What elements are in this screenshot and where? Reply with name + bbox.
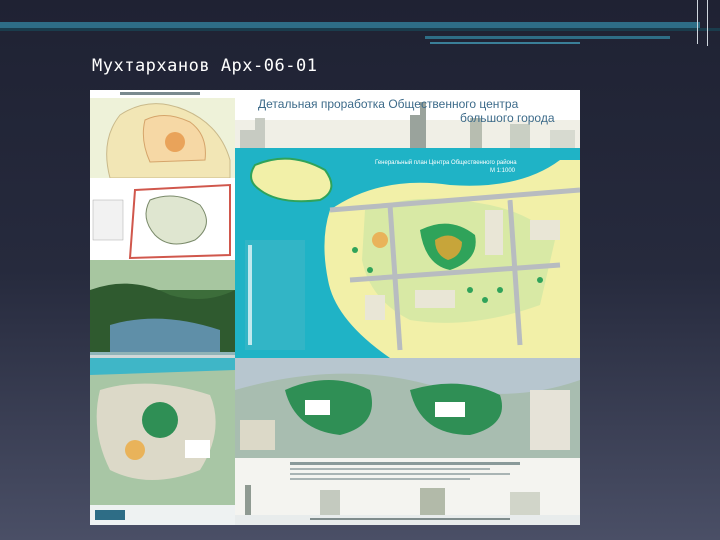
decor-line [697, 0, 698, 44]
poster-subheading-line1: Генеральный план Центра Общественного ра… [375, 159, 517, 166]
decor-bar [425, 36, 670, 39]
poster-heading-line1: Детальная проработка Общественного центр… [258, 97, 519, 111]
main-plan [235, 90, 580, 525]
architecture-poster: Детальная проработка Общественного центр… [90, 90, 580, 525]
left-column [90, 90, 235, 525]
decor-bar [430, 42, 580, 44]
decor-bar [0, 28, 720, 31]
poster-subheading-line2: М 1:1000 [490, 168, 516, 174]
poster-artwork: Детальная проработка Общественного центр… [90, 90, 580, 525]
slide-decoration-top [0, 0, 720, 46]
poster-heading-line2: большого города [460, 111, 555, 125]
slide-title: Мухтарханов Арх-06-01 [92, 56, 318, 76]
decor-line [707, 0, 708, 46]
